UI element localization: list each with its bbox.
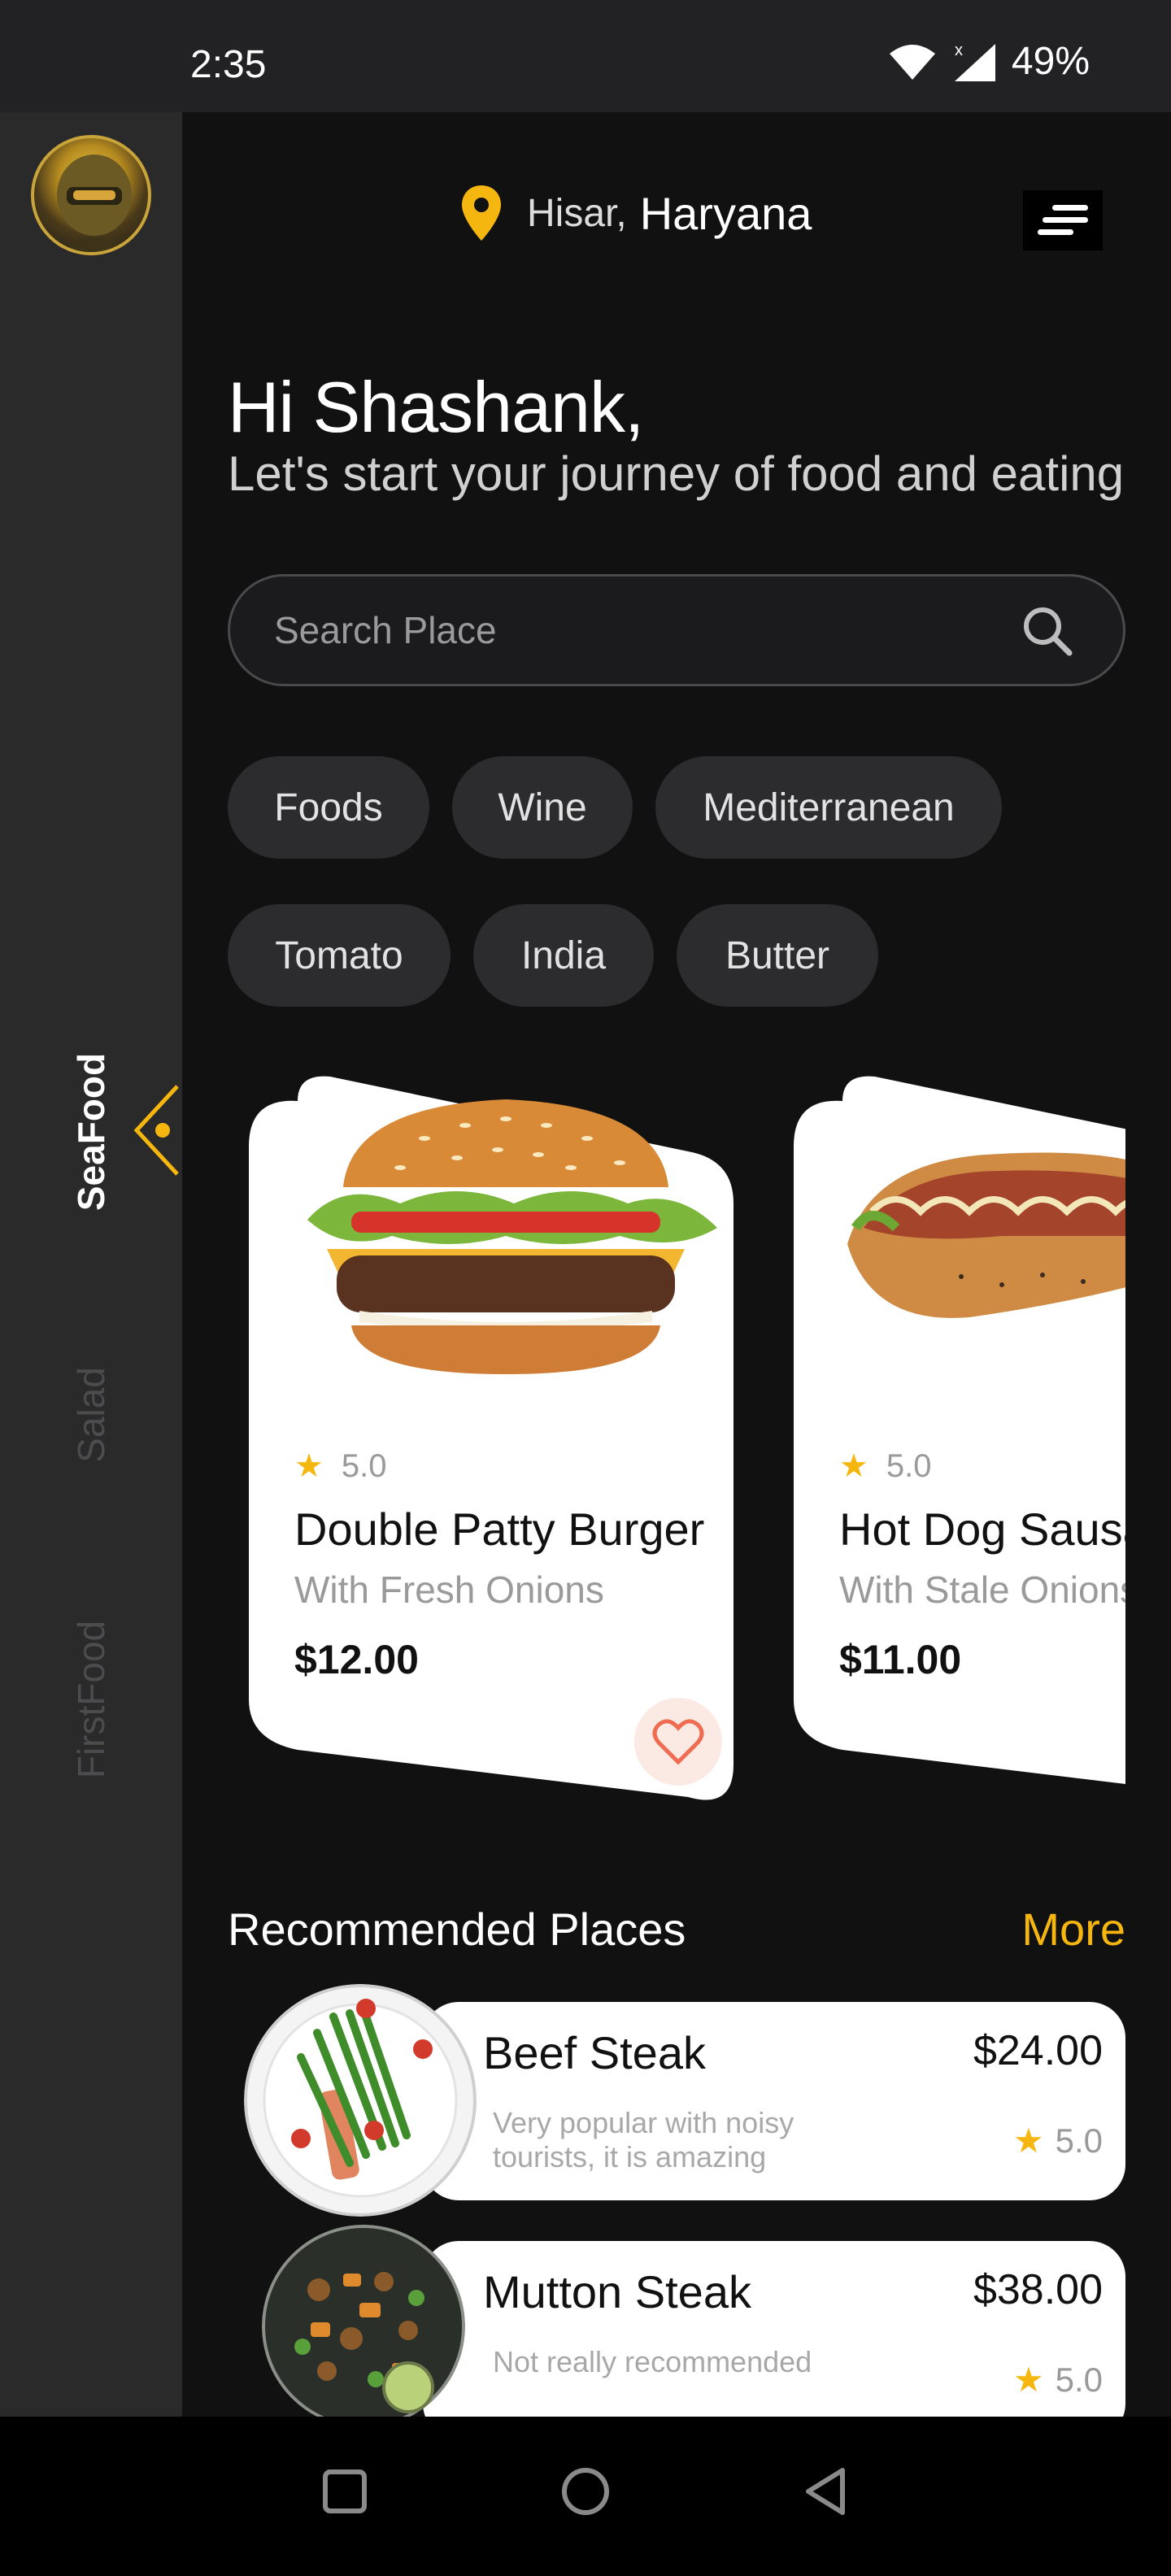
rating-value: 5.0 — [886, 1447, 932, 1484]
item-price: $38.00 — [973, 2266, 1103, 2313]
wifi-icon — [889, 44, 935, 80]
food-cards-carousel[interactable]: ★ 5.0 Double Patty Burger With Fresh Oni… — [228, 1073, 1125, 1821]
location-state: Haryana — [639, 187, 812, 239]
rating-value: 5.0 — [341, 1447, 387, 1484]
location[interactable]: Hisar, Haryana — [460, 184, 812, 242]
item-rating: ★ 5.0 — [1013, 2121, 1103, 2160]
card-subtitle: With Stale Onions — [839, 1569, 1125, 1611]
star-icon: ★ — [294, 1448, 324, 1484]
star-icon: ★ — [1012, 2121, 1044, 2160]
mutton-steak-image — [262, 2225, 465, 2428]
recommended-item[interactable]: Mutton Steak Not really recommended $38.… — [423, 2241, 1125, 2439]
rating-value: 5.0 — [1055, 2360, 1103, 2399]
back-triangle-icon[interactable] — [787, 2452, 865, 2530]
circle-icon[interactable] — [546, 2452, 625, 2530]
chip-butter[interactable]: Butter — [677, 904, 878, 1007]
battery-level: 49% — [1011, 40, 1090, 83]
chip-foods[interactable]: Foods — [228, 756, 429, 859]
chip-tomato[interactable]: Tomato — [228, 904, 451, 1007]
sidebar — [0, 112, 182, 2417]
menu-icon — [1038, 205, 1088, 235]
location-city: Hisar, — [527, 191, 627, 235]
item-description: Very popular with noisy tourists, it is … — [493, 2106, 794, 2174]
status-time: 2:35 — [190, 43, 267, 86]
card-price: $11.00 — [839, 1637, 962, 1682]
beef-steak-image — [244, 1984, 477, 2217]
item-rating: ★ 5.0 — [1013, 2360, 1103, 2400]
svg-text:x: x — [955, 41, 963, 59]
tab-firstfood[interactable]: FirstFood — [69, 1621, 113, 1778]
signal-icon: x — [954, 41, 995, 81]
chip-wine[interactable]: Wine — [452, 756, 633, 859]
search-icon[interactable] — [1021, 604, 1074, 658]
hotdog-image — [847, 1152, 1125, 1318]
recommended-title: Recommended Places — [228, 1904, 686, 1955]
food-card[interactable]: ★ 5.0 Hot Dog Sausage With Stale Onions … — [794, 1073, 1125, 1805]
card-title: Hot Dog Sausage — [839, 1503, 1125, 1555]
chip-mediterranean[interactable]: Mediterranean — [655, 756, 1002, 859]
rating-value: 5.0 — [1055, 2121, 1103, 2160]
status-icons: x 49% — [888, 39, 1090, 84]
card-price: $12.00 — [294, 1637, 419, 1682]
food-card[interactable]: ★ 5.0 Double Patty Burger With Fresh Oni… — [249, 1073, 734, 1805]
favorite-button[interactable] — [634, 1698, 722, 1786]
item-description: Not really recommended — [493, 2345, 812, 2378]
more-link[interactable]: More — [1021, 1903, 1125, 1956]
card-subtitle: With Fresh Onions — [294, 1569, 604, 1611]
card-title: Double Patty Burger — [294, 1503, 705, 1555]
item-price: $24.00 — [973, 2027, 1103, 2074]
tab-seafood[interactable]: SeaFood — [69, 1053, 113, 1211]
card-rating: ★ 5.0 — [294, 1447, 386, 1485]
greeting-subtitle: Let's start your journey of food and eat… — [228, 446, 1125, 501]
avatar[interactable] — [31, 135, 151, 255]
star-icon: ★ — [1012, 2361, 1044, 2399]
search-input[interactable] — [274, 577, 1006, 684]
system-nav-bar — [0, 2417, 1171, 2576]
greeting-title: Hi Shashank, — [228, 367, 644, 447]
menu-button[interactable] — [1023, 190, 1103, 250]
item-name: Beef Steak — [483, 2027, 706, 2078]
recommended-item[interactable]: Beef Steak Very popular with noisy touri… — [423, 2002, 1125, 2200]
status-bar: 2:35 x 49% — [0, 0, 1171, 112]
tab-salad[interactable]: Salad — [69, 1367, 113, 1463]
card-rating: ★ 5.0 — [839, 1447, 931, 1485]
item-name: Mutton Steak — [483, 2266, 751, 2317]
chip-india[interactable]: India — [473, 904, 654, 1007]
heart-icon — [652, 1719, 704, 1765]
star-icon: ★ — [839, 1448, 868, 1484]
burger-image — [307, 1099, 717, 1374]
location-pin-icon — [462, 185, 501, 241]
search-bar — [228, 574, 1125, 686]
square-icon[interactable] — [306, 2452, 384, 2530]
chevron-left-icon — [133, 1085, 179, 1176]
